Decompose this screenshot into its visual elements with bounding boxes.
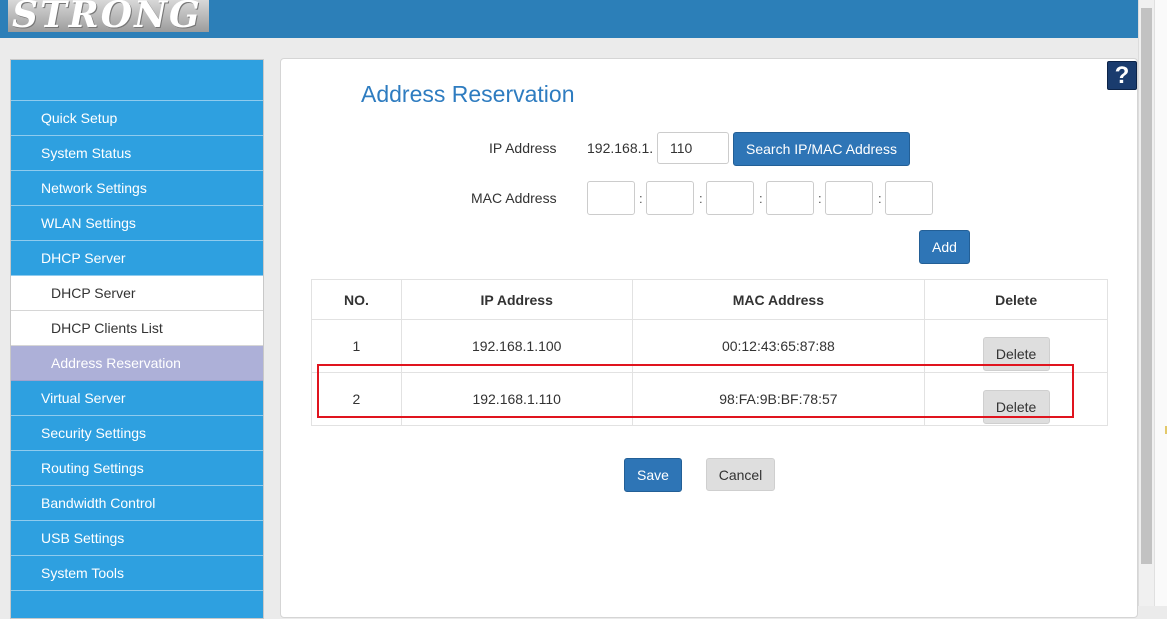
reservation-table: NO. IP Address MAC Address Delete 1 192.…: [311, 279, 1108, 426]
mac-separator: :: [759, 191, 763, 206]
sidebar-item-dhcp-server[interactable]: DHCP Server: [11, 241, 263, 276]
mac-separator: :: [878, 191, 882, 206]
table-row: 1 192.168.1.100 00:12:43:65:87:88 Delete: [311, 319, 1108, 373]
delete-button[interactable]: Delete: [982, 390, 1050, 424]
row-delete-cell: Delete: [924, 372, 1108, 426]
sidebar-subitem-dhcp-clients-list[interactable]: DHCP Clients List: [11, 311, 263, 346]
sidebar-item-bandwidth-control[interactable]: Bandwidth Control: [11, 486, 263, 521]
row-mac-address: 98:FA:9B:BF:78:57: [631, 372, 926, 426]
top-bar: STRONG: [0, 0, 1138, 38]
sidebar: Quick Setup System Status Network Settin…: [10, 59, 264, 619]
mac-octet-3-input[interactable]: [706, 181, 754, 215]
table-row: 2 192.168.1.110 98:FA:9B:BF:78:57 Delete: [311, 372, 1108, 426]
vertical-scrollbar[interactable]: [1138, 0, 1154, 606]
row-delete-cell: Delete: [924, 319, 1108, 373]
sidebar-header: [11, 60, 263, 101]
sidebar-item-quick-setup[interactable]: Quick Setup: [11, 101, 263, 136]
sidebar-item-wlan-settings[interactable]: WLAN Settings: [11, 206, 263, 241]
row-mac-address: 00:12:43:65:87:88: [631, 319, 926, 373]
mac-octet-4-input[interactable]: [766, 181, 814, 215]
sidebar-subitem-address-reservation[interactable]: Address Reservation: [11, 346, 263, 381]
mac-octet-5-input[interactable]: [825, 181, 873, 215]
row-ip-address: 192.168.1.110: [400, 372, 633, 426]
sidebar-item-routing-settings[interactable]: Routing Settings: [11, 451, 263, 486]
sidebar-item-virtual-server[interactable]: Virtual Server: [11, 381, 263, 416]
mac-separator: :: [639, 191, 643, 206]
sidebar-item-system-tools[interactable]: System Tools: [11, 556, 263, 591]
row-ip-address: 192.168.1.100: [400, 319, 633, 373]
column-header-ip-address: IP Address: [400, 279, 633, 320]
sidebar-item-usb-settings[interactable]: USB Settings: [11, 521, 263, 556]
scrollbar-thumb[interactable]: [1141, 8, 1152, 564]
column-header-delete: Delete: [924, 279, 1108, 320]
save-button[interactable]: Save: [624, 458, 682, 492]
mac-octet-2-input[interactable]: [646, 181, 694, 215]
sidebar-subitem-dhcp-server[interactable]: DHCP Server: [11, 276, 263, 311]
column-header-mac-address: MAC Address: [631, 279, 926, 320]
sidebar-item-system-status[interactable]: System Status: [11, 136, 263, 171]
sidebar-item-security-settings[interactable]: Security Settings: [11, 416, 263, 451]
ip-last-octet-input[interactable]: [657, 132, 729, 164]
question-mark-icon[interactable]: ?: [1107, 61, 1137, 90]
page-title: Address Reservation: [361, 81, 575, 107]
mac-separator: :: [699, 191, 703, 206]
ip-prefix: 192.168.1.: [587, 140, 654, 156]
strong-logo: STRONG: [8, 0, 209, 32]
cancel-button[interactable]: Cancel: [706, 458, 775, 491]
add-button[interactable]: Add: [919, 230, 970, 264]
mac-octet-1-input[interactable]: [587, 181, 635, 215]
table-header-row: NO. IP Address MAC Address Delete: [311, 279, 1108, 320]
delete-button[interactable]: Delete: [982, 337, 1050, 371]
sidebar-item-network-settings[interactable]: Network Settings: [11, 171, 263, 206]
row-number: 1: [311, 319, 402, 373]
mac-address-label: MAC Address: [471, 190, 557, 206]
ip-address-label: IP Address: [489, 140, 557, 156]
column-header-no: NO.: [311, 279, 402, 320]
mac-octet-6-input[interactable]: [885, 181, 933, 215]
search-ip-mac-button[interactable]: Search IP/MAC Address: [733, 132, 910, 166]
mac-separator: :: [818, 191, 822, 206]
row-number: 2: [311, 372, 402, 426]
window-edge: [1154, 0, 1167, 606]
